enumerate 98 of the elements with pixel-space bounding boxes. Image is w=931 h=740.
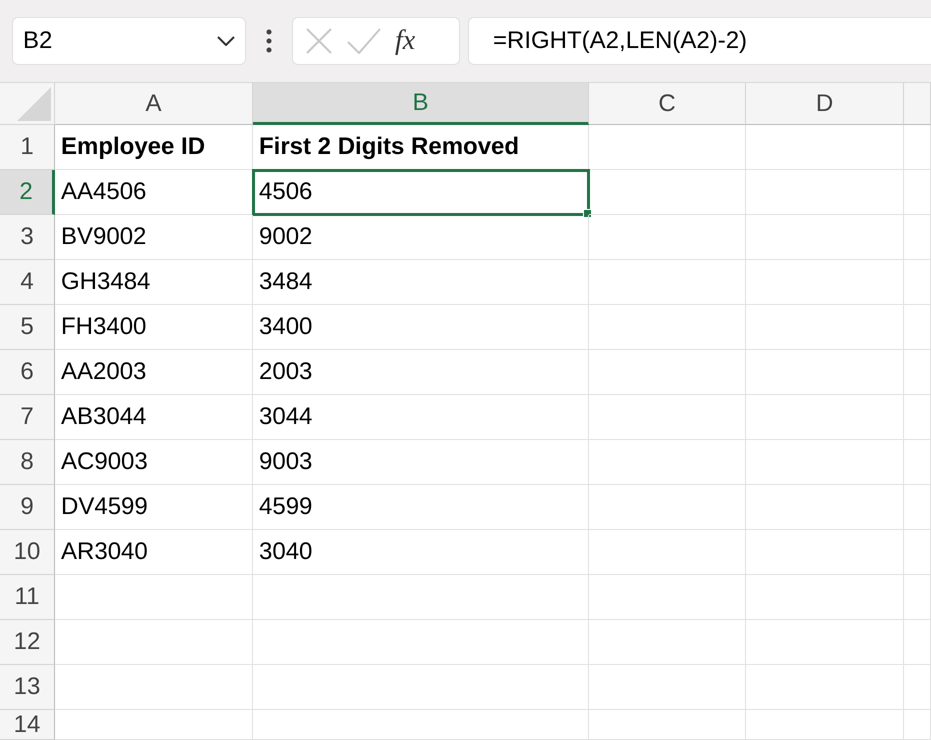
- table-cell[interactable]: [746, 260, 904, 305]
- table-cell[interactable]: AR3040: [55, 530, 253, 575]
- table-cell[interactable]: 3400: [253, 305, 589, 350]
- table-cell[interactable]: [55, 710, 253, 740]
- table-cell[interactable]: [589, 665, 746, 710]
- row-header[interactable]: 6: [0, 350, 55, 395]
- row-header[interactable]: 5: [0, 305, 55, 350]
- table-cell[interactable]: [904, 215, 931, 260]
- table-cell[interactable]: [904, 665, 931, 710]
- column-header[interactable]: C: [589, 83, 746, 125]
- row-header[interactable]: 12: [0, 620, 55, 665]
- table-cell[interactable]: FH3400: [55, 305, 253, 350]
- table-cell[interactable]: 9003: [253, 440, 589, 485]
- table-cell[interactable]: [746, 665, 904, 710]
- table-cell[interactable]: [589, 215, 746, 260]
- table-cell[interactable]: [746, 440, 904, 485]
- table-cell[interactable]: AA4506: [55, 170, 253, 215]
- table-cell[interactable]: 9002: [253, 215, 589, 260]
- row-header[interactable]: 3: [0, 215, 55, 260]
- table-cell[interactable]: 3484: [253, 260, 589, 305]
- table-cell[interactable]: 3040: [253, 530, 589, 575]
- table-cell[interactable]: [746, 530, 904, 575]
- insert-function-button[interactable]: fx: [395, 25, 416, 57]
- table-cell[interactable]: [904, 485, 931, 530]
- table-cell[interactable]: [904, 710, 931, 740]
- column-header[interactable]: A: [55, 83, 253, 125]
- table-cell[interactable]: [904, 260, 931, 305]
- table-cell[interactable]: AC9003: [55, 440, 253, 485]
- fill-handle[interactable]: [583, 209, 592, 218]
- table-cell[interactable]: [904, 125, 931, 170]
- formula-field[interactable]: =RIGHT(A2,LEN(A2)-2): [468, 17, 931, 65]
- row-header[interactable]: 1: [0, 125, 55, 170]
- table-cell[interactable]: [904, 620, 931, 665]
- table-cell[interactable]: [589, 575, 746, 620]
- table-cell[interactable]: [253, 710, 589, 740]
- table-cell[interactable]: [589, 620, 746, 665]
- table-cell[interactable]: [589, 350, 746, 395]
- table-cell[interactable]: [589, 485, 746, 530]
- table-cell[interactable]: [746, 710, 904, 740]
- table-cell[interactable]: [746, 350, 904, 395]
- table-cell[interactable]: [589, 125, 746, 170]
- checkmark-icon[interactable]: [347, 28, 381, 54]
- table-cell[interactable]: [746, 215, 904, 260]
- table-cell[interactable]: [589, 305, 746, 350]
- table-cell[interactable]: [746, 305, 904, 350]
- table-cell[interactable]: [589, 395, 746, 440]
- table-cell[interactable]: AA2003: [55, 350, 253, 395]
- table-cell[interactable]: [55, 620, 253, 665]
- cancel-icon[interactable]: [305, 27, 333, 55]
- table-cell[interactable]: GH3484: [55, 260, 253, 305]
- table-cell[interactable]: [55, 575, 253, 620]
- name-box[interactable]: B2: [12, 17, 246, 65]
- table-cell[interactable]: [253, 575, 589, 620]
- column-header[interactable]: D: [746, 83, 904, 125]
- table-cell[interactable]: [589, 710, 746, 740]
- table-cell[interactable]: First 2 Digits Removed: [253, 125, 589, 170]
- table-cell[interactable]: [746, 575, 904, 620]
- column-header[interactable]: [904, 83, 931, 125]
- row-header[interactable]: 11: [0, 575, 55, 620]
- table-cell[interactable]: [904, 440, 931, 485]
- table-cell[interactable]: BV9002: [55, 215, 253, 260]
- table-cell[interactable]: 4506: [253, 170, 589, 215]
- table-cell[interactable]: 3044: [253, 395, 589, 440]
- table-cell[interactable]: [904, 530, 931, 575]
- select-all-button[interactable]: [0, 83, 55, 125]
- table-cell[interactable]: [904, 575, 931, 620]
- row-header[interactable]: 10: [0, 530, 55, 575]
- more-options-icon[interactable]: [266, 29, 272, 53]
- table-cell[interactable]: 4599: [253, 485, 589, 530]
- row-header[interactable]: 13: [0, 665, 55, 710]
- table-cell[interactable]: Employee ID: [55, 125, 253, 170]
- table-cell[interactable]: [589, 440, 746, 485]
- row-header[interactable]: 9: [0, 485, 55, 530]
- table-cell[interactable]: [253, 665, 589, 710]
- row-header[interactable]: 7: [0, 395, 55, 440]
- table-cell[interactable]: [746, 125, 904, 170]
- table-cell[interactable]: [746, 485, 904, 530]
- table-cell[interactable]: [904, 305, 931, 350]
- table-cell[interactable]: [55, 665, 253, 710]
- row-header[interactable]: 8: [0, 440, 55, 485]
- row-header[interactable]: 14: [0, 710, 55, 740]
- table-cell[interactable]: [904, 395, 931, 440]
- table-cell[interactable]: [904, 170, 931, 215]
- table-cell[interactable]: [746, 170, 904, 215]
- table-cell[interactable]: AB3044: [55, 395, 253, 440]
- table-cell[interactable]: [746, 395, 904, 440]
- table-cell[interactable]: [746, 620, 904, 665]
- table-cell[interactable]: [589, 530, 746, 575]
- table-cell[interactable]: [904, 350, 931, 395]
- table-cell[interactable]: 2003: [253, 350, 589, 395]
- table-cell[interactable]: [589, 170, 746, 215]
- column-header[interactable]: B: [253, 83, 589, 125]
- chevron-down-icon: [217, 36, 235, 46]
- row-header[interactable]: 2: [0, 170, 55, 215]
- table-cell[interactable]: [589, 260, 746, 305]
- table-cell[interactable]: [253, 620, 589, 665]
- table-cell[interactable]: DV4599: [55, 485, 253, 530]
- row-header[interactable]: 4: [0, 260, 55, 305]
